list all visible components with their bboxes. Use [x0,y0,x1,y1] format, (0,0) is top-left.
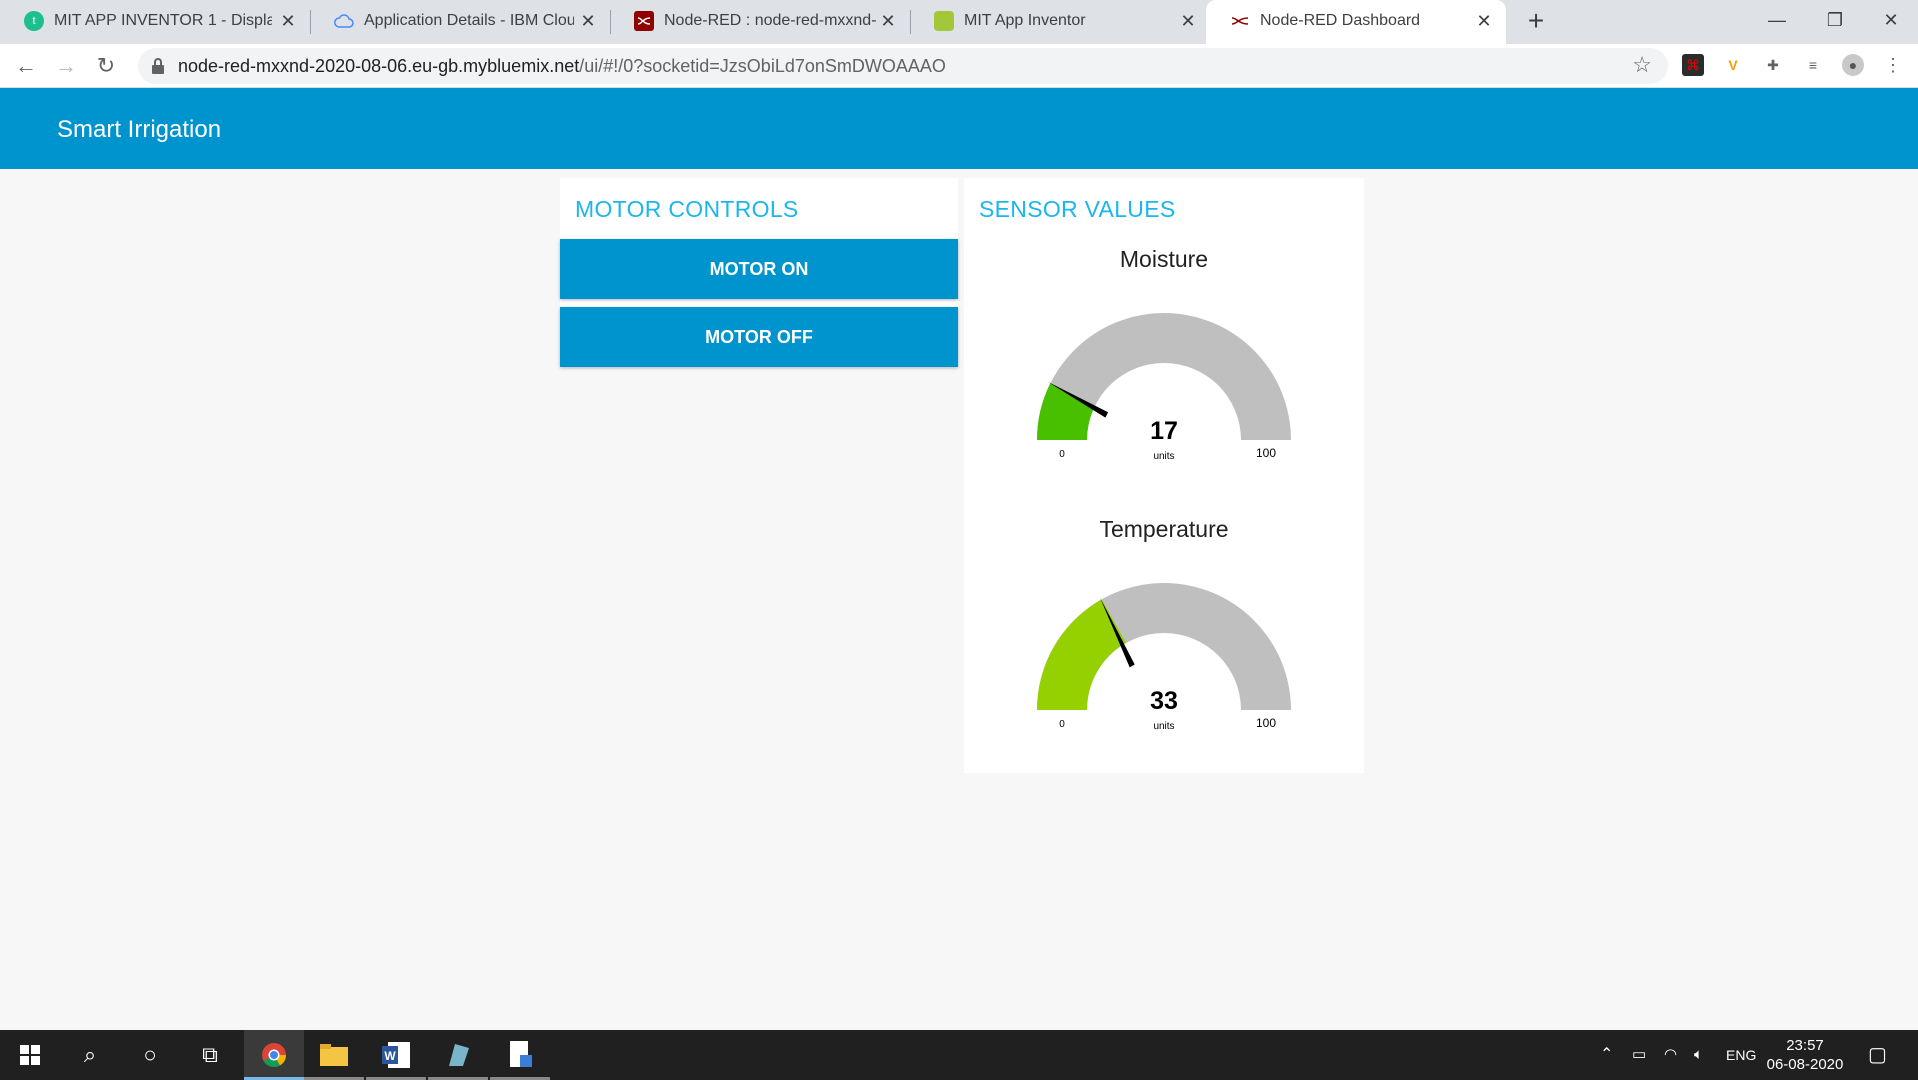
brave-extension-icon[interactable]: V [1722,54,1744,76]
moisture-gauge: 17 units 0 100 [1037,313,1291,460]
temperature-max: 100 [1256,716,1276,730]
tab-mit-app-inventor-1[interactable]: t MIT APP INVENTOR 1 - Displaying ✕ [0,0,311,44]
motor-controls-title: MOTOR CONTROLS [575,196,799,222]
temperature-min: 0 [1059,719,1065,730]
motor-off-button[interactable]: MOTOR OFF [560,307,958,367]
node-red-icon [1230,11,1250,31]
moisture-units: units [1153,451,1174,460]
close-icon[interactable]: ✕ [1178,10,1198,32]
profile-avatar[interactable]: ● [1842,54,1864,76]
minimize-button[interactable]: — [1748,0,1806,40]
new-tab-button[interactable]: + [1520,6,1552,38]
motor-controls-card: MOTOR CONTROLS MOTOR ON MOTOR OFF [560,178,958,368]
wifi-icon[interactable]: ◠ [1664,1030,1677,1080]
temperature-value: 33 [1150,687,1178,715]
motor-on-button[interactable]: MOTOR ON [560,239,958,299]
moisture-max: 100 [1256,446,1276,460]
app-icon-blue[interactable] [428,1030,488,1080]
node-red-icon [634,11,654,31]
close-icon[interactable]: ✕ [578,10,598,32]
chrome-taskbar-icon[interactable] [244,1030,304,1080]
browser-toolbar: ← → ↻ node-red-mxxnd-2020-08-06.eu-gb.my… [0,44,1918,88]
search-icon[interactable]: ⌕ [60,1030,120,1080]
pdf-extension-icon[interactable]: ⌘ [1682,54,1704,76]
url-host: node-red-mxxnd-2020-08-06.eu-gb.mybluemi… [178,56,580,76]
tab-title: Node-RED Dashboard [1260,12,1421,29]
tab-title: MIT APP INVENTOR 1 - Displaying [54,12,272,29]
document-icon[interactable] [490,1030,550,1080]
cloud-icon [334,11,354,31]
file-explorer-icon[interactable] [304,1030,364,1080]
temperature-gauge-title: Temperature [1099,516,1229,542]
menu-kebab-icon[interactable]: ⋮ [1882,54,1904,76]
sensor-values-title: SENSOR VALUES [979,196,1176,222]
taskbar-clock[interactable]: 23:57 06-08-2020 [1760,1036,1850,1074]
temperature-units: units [1153,721,1174,730]
close-window-button[interactable]: ✕ [1862,0,1918,40]
show-hidden-icons[interactable]: ⌃ [1600,1030,1613,1080]
volume-icon[interactable]: 🔈︎ [1694,1030,1703,1080]
tab-ibm-cloud[interactable]: Application Details - IBM Cloud ✕ [310,0,611,44]
tab-title: Application Details - IBM Cloud [364,12,574,29]
back-button[interactable]: ← [10,50,42,82]
battery-icon[interactable]: ▭ [1632,1030,1646,1080]
forward-button[interactable]: → [50,50,82,82]
tab-node-red-editor[interactable]: Node-RED : node-red-mxxnd-2020 ✕ [610,0,911,44]
cortana-icon[interactable]: ○ [120,1030,180,1080]
bookmark-star-icon[interactable]: ☆ [1632,52,1652,78]
clock-time: 23:57 [1786,1037,1824,1054]
temperature-gauge: 33 units 0 100 [1037,583,1291,730]
close-icon[interactable]: ✕ [278,10,298,32]
reload-button[interactable]: ↻ [90,50,122,82]
media-control-icon[interactable]: ≡ [1802,54,1824,76]
tinytalk-icon: t [24,11,44,31]
moisture-min: 0 [1059,449,1065,460]
address-bar[interactable]: node-red-mxxnd-2020-08-06.eu-gb.mybluemi… [138,48,1668,84]
notifications-icon[interactable]: ▢ [1868,1030,1887,1080]
moisture-value: 17 [1150,417,1178,445]
lock-icon [152,58,164,74]
tab-mit-app-inventor[interactable]: MIT App Inventor ✕ [910,0,1210,44]
url-text: node-red-mxxnd-2020-08-06.eu-gb.mybluemi… [178,56,946,77]
sensor-values-card: SENSOR VALUES Moisture 17 units 0 100 Te… [964,178,1364,773]
language-indicator[interactable]: ENG [1726,1030,1756,1080]
tab-title: Node-RED : node-red-mxxnd-2020 [664,12,876,29]
task-view-icon[interactable]: ⧉ [180,1030,240,1080]
close-icon[interactable]: ✕ [878,10,898,32]
app-header: Smart Irrigation [0,88,1918,169]
app-inventor-icon [934,11,954,31]
app-title: Smart Irrigation [57,116,222,143]
word-icon[interactable]: W [366,1030,426,1080]
start-windows-icon[interactable] [0,1030,60,1080]
clock-date: 06-08-2020 [1766,1056,1844,1073]
tab-title: MIT App Inventor [964,12,1086,29]
url-path: /ui/#!/0?socketid=JzsObiLd7onSmDWOAAAO [579,56,946,76]
svg-text:W: W [384,1049,396,1063]
moisture-gauge-title: Moisture [1119,246,1209,272]
close-icon[interactable]: ✕ [1474,10,1494,32]
puzzle-extensions-icon[interactable]: ✚ [1762,54,1784,76]
windows-taskbar: ⌕ ○ ⧉ W ⌃ ▭ ◠ 🔈︎ ENG 23:57 06-08-2020 ▢ [0,1030,1918,1080]
tab-strip: t MIT APP INVENTOR 1 - Displaying ✕ Appl… [0,0,1918,44]
restore-button[interactable]: ❐ [1806,0,1864,40]
tab-node-red-dashboard[interactable]: Node-RED Dashboard ✕ [1206,0,1506,44]
